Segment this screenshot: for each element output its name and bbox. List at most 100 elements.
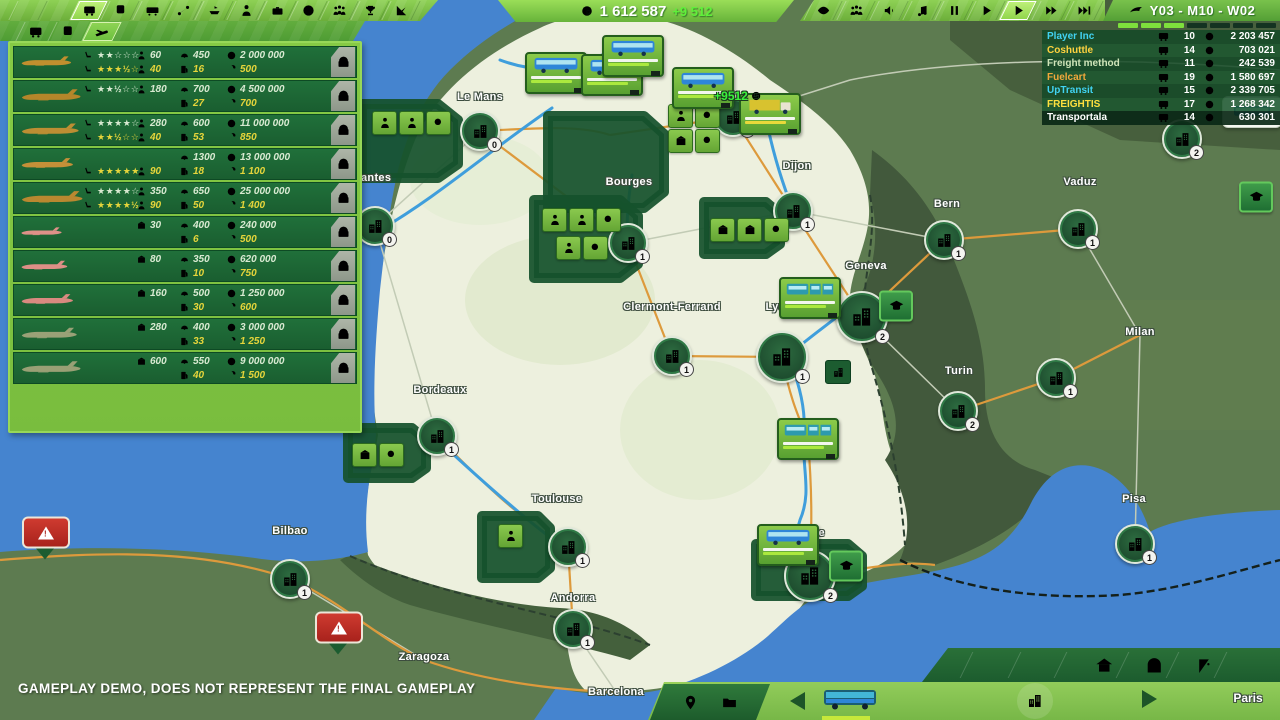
leaderboard-row[interactable]: Player Inc 10 2 203 457: [1042, 30, 1280, 44]
menu-button[interactable]: [8, 1, 47, 20]
inspect-icon[interactable]: [596, 208, 621, 232]
locate-pin-button[interactable]: [682, 694, 699, 711]
map-vehicle-bus[interactable]: [602, 35, 664, 77]
city-label: Clermont-Ferrand: [623, 301, 721, 313]
demand-tag[interactable]: [542, 208, 621, 232]
passenger-demand-icon: [372, 111, 397, 135]
aircraft-listing-row[interactable]: 160 500 1 250 000 30 600: [13, 284, 357, 316]
building-icon: [619, 234, 638, 253]
comfort-rating: ★★★★½: [83, 198, 139, 212]
aircraft-listing-row[interactable]: 280 400 3 000 000 33 1 250: [13, 318, 357, 350]
vehicle-count: 15: [1173, 85, 1195, 96]
plane-icon: [20, 152, 76, 176]
city-marker[interactable]: 1: [548, 527, 588, 567]
week-progress: [1118, 23, 1276, 28]
city-marker[interactable]: 1: [1115, 524, 1155, 564]
demand-tag[interactable]: [556, 236, 608, 260]
build-station-button[interactable]: [1130, 652, 1180, 678]
aircraft-listing-row[interactable]: ★★★★☆ 350 650 25 000 000 ★★★★½ 90 50 1 4…: [13, 182, 357, 214]
aircraft-listing-row[interactable]: ★★☆☆☆ 60 450 2 000 000 ★★★½☆ 40 16 500: [13, 46, 357, 78]
demand-tag[interactable]: [372, 111, 451, 135]
demand-tag[interactable]: [352, 443, 404, 467]
cargo-hold-tab[interactable]: [331, 285, 355, 315]
cargo-hold-tab[interactable]: [331, 251, 355, 281]
city-marker[interactable]: 1: [417, 416, 457, 456]
city-marker[interactable]: 2: [938, 391, 978, 431]
inspect-icon[interactable]: [379, 443, 404, 467]
inspect-icon[interactable]: [695, 129, 720, 153]
map-vehicle-train[interactable]: [777, 418, 839, 460]
plane-icon: [20, 322, 80, 346]
leaderboard-row[interactable]: Transportala 14 630 301: [1042, 111, 1280, 125]
city-marker[interactable]: 1: [1058, 209, 1098, 249]
building-tag[interactable]: [825, 360, 851, 384]
cargo-hold-tab[interactable]: [331, 217, 355, 247]
demand-tag[interactable]: [498, 524, 523, 548]
aircraft-listing-row[interactable]: 80 350 620 000 10 750: [13, 250, 357, 282]
previous-vehicle-button[interactable]: [790, 692, 805, 710]
comfort-rating: ★★★★★: [83, 164, 140, 178]
current-location-label: Paris: [1233, 691, 1262, 705]
selected-vehicle-thumbnail[interactable]: [822, 688, 878, 720]
city-marker[interactable]: 1: [1036, 358, 1076, 398]
leaderboard-row[interactable]: Freight method 11 242 539: [1042, 57, 1280, 71]
warning-marker[interactable]: [22, 517, 68, 560]
cargo-demand-icon: [737, 218, 762, 242]
cargo-hold-tab[interactable]: [331, 149, 355, 179]
leaderboard-row[interactable]: UpTransit 15 2 339 705: [1042, 84, 1280, 98]
city-marker[interactable]: 1: [270, 559, 310, 599]
aircraft-listing-row[interactable]: 600 550 9 000 000 40 1 500: [13, 352, 357, 384]
cargo-hold-tab[interactable]: [331, 115, 355, 145]
build-rail-button[interactable]: [972, 652, 1022, 678]
cargo-hold-tab[interactable]: [331, 47, 355, 77]
build-crossing-button[interactable]: [1018, 652, 1068, 678]
city-label: Toulouse: [532, 493, 582, 505]
maintenance-stat: 1 250: [226, 334, 265, 348]
aircraft-listing-row[interactable]: 1300 13 000 000 ★★★★★ 90 18 1 100: [13, 148, 357, 180]
building-icon: [1047, 369, 1066, 388]
demand-tag[interactable]: [710, 218, 789, 242]
next-vehicle-button[interactable]: [1142, 690, 1157, 708]
building-icon: [797, 563, 823, 589]
leaderboard-row[interactable]: Fuelcart 19 1 580 697: [1042, 71, 1280, 85]
aircraft-listing-row[interactable]: ★★★★☆ 280 600 11 000 000 ★★½☆☆ 40 53 850: [13, 114, 357, 146]
fuel-stat: 10: [179, 266, 204, 280]
map-vehicle-bus[interactable]: [525, 52, 587, 94]
build-depot-button[interactable]: [1080, 652, 1130, 678]
inspect-icon[interactable]: [764, 218, 789, 242]
city-marker[interactable]: 1: [553, 609, 593, 649]
cargo-hold-tab[interactable]: [331, 183, 355, 213]
plane-icon: [20, 50, 74, 74]
aircraft-listing-row[interactable]: 30 400 240 000 6 500: [13, 216, 357, 248]
ghost-city-icon: [1017, 683, 1053, 719]
academy-tag[interactable]: [1239, 182, 1273, 213]
leaderboard-row[interactable]: FREIGHTIS 17 1 268 342: [1042, 98, 1280, 112]
demand-tag[interactable]: [668, 129, 720, 153]
city-marker[interactable]: 2: [1162, 119, 1202, 159]
city-marker[interactable]: 1: [756, 331, 808, 383]
map-vehicle-train[interactable]: [779, 277, 841, 319]
inspect-icon[interactable]: [426, 111, 451, 135]
aircraft-listing-row[interactable]: ★★½☆☆ 180 700 4 500 000 27 700: [13, 80, 357, 112]
speed-stat: 450: [179, 48, 210, 62]
academy-tag[interactable]: [829, 551, 863, 582]
cargo-hold-tab[interactable]: [331, 353, 355, 383]
city-label: Bern: [934, 198, 960, 210]
warning-marker[interactable]: [315, 612, 361, 655]
city-marker[interactable]: 1: [652, 336, 692, 376]
tab-planes[interactable]: [81, 22, 121, 41]
fastest-forward-button[interactable]: [1064, 1, 1103, 20]
city-marker[interactable]: 0: [460, 111, 500, 151]
leaderboard-row[interactable]: Coshuttle 14 703 021: [1042, 44, 1280, 58]
vehicles-icon: [1157, 44, 1173, 57]
cargo-hold-tab[interactable]: [331, 319, 355, 349]
vehicle-count: 11: [1173, 58, 1195, 69]
inspect-icon[interactable]: [583, 236, 608, 260]
vehicle-folder-button[interactable]: [721, 694, 738, 711]
map-vehicle-bus[interactable]: [757, 524, 819, 566]
city-marker[interactable]: 1: [924, 220, 964, 260]
academy-tag[interactable]: [879, 291, 913, 322]
fuel-stat: 6: [179, 232, 199, 246]
build-infrastructure-button[interactable]: [1178, 652, 1228, 678]
cargo-hold-tab[interactable]: [331, 81, 355, 111]
